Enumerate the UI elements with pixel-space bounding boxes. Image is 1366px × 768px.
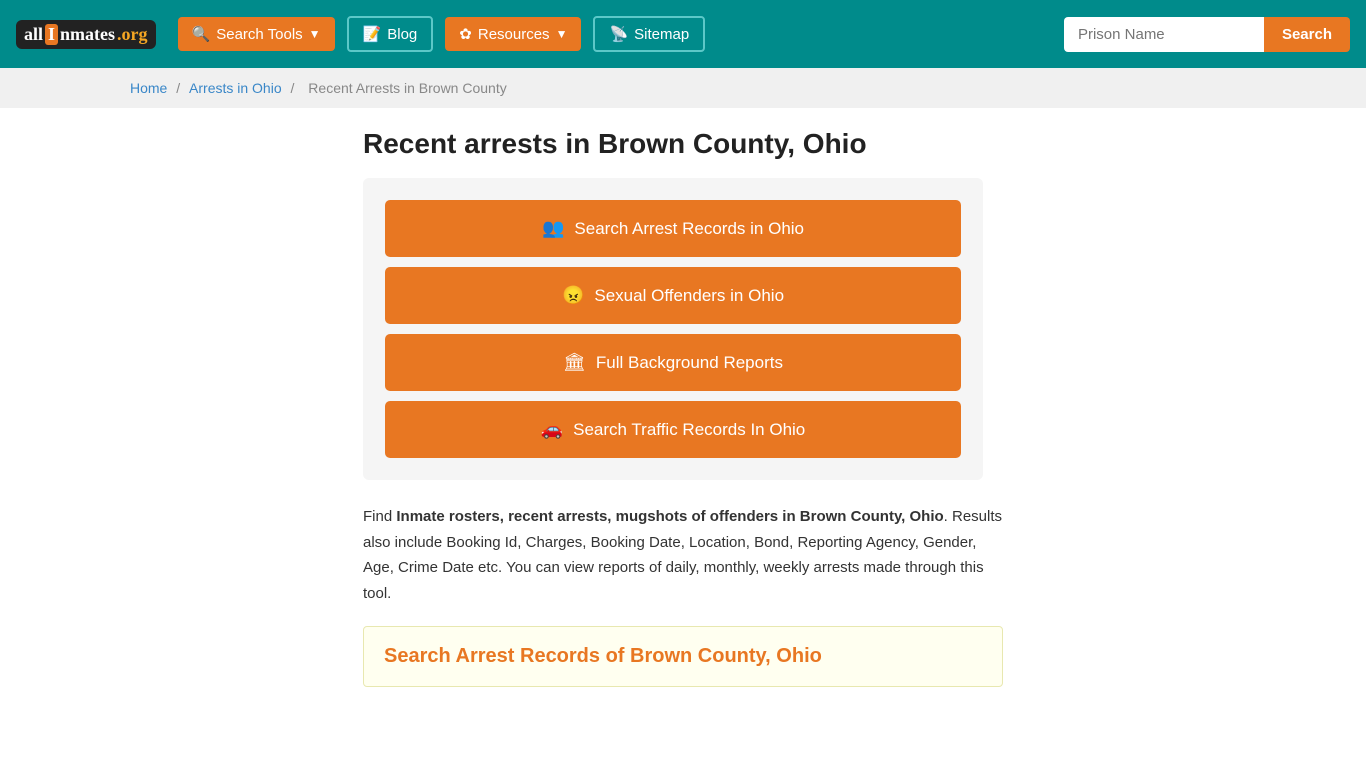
header-search-button[interactable]: Search	[1264, 17, 1350, 52]
resources-icon: ✿	[459, 25, 472, 43]
prison-name-input[interactable]	[1064, 17, 1264, 52]
header-search-area: Search	[1064, 17, 1350, 52]
breadcrumb: Home / Arrests in Ohio / Recent Arrests …	[0, 68, 1366, 108]
blog-icon: 📝	[363, 25, 382, 43]
search-tools-button[interactable]: 🔍 Search Tools ▼	[178, 17, 335, 51]
sitemap-label: Sitemap	[634, 26, 689, 43]
search-arrest-records-button[interactable]: 👥 Search Arrest Records in Ohio	[385, 200, 961, 257]
building-icon: 🏛	[563, 352, 586, 373]
logo-all-text: all	[24, 24, 43, 45]
sitemap-button[interactable]: 📡 Sitemap	[593, 16, 705, 52]
description-text: Find Inmate rosters, recent arrests, mug…	[363, 504, 1003, 606]
desc-prefix: Find	[363, 508, 396, 525]
sexual-offenders-label: Sexual Offenders in Ohio	[594, 286, 784, 306]
blog-button[interactable]: 📝 Blog	[347, 16, 434, 52]
logo-nmates-text: nmates	[60, 24, 115, 45]
site-header: allInmates.org 🔍 Search Tools ▼ 📝 Blog ✿…	[0, 0, 1366, 68]
blog-label: Blog	[387, 26, 417, 43]
page-title: Recent arrests in Brown County, Ohio	[363, 128, 1003, 160]
search-tools-label: Search Tools	[216, 26, 302, 43]
logo-dot-org-text: .org	[117, 24, 148, 45]
breadcrumb-arrests-ohio[interactable]: Arrests in Ohio	[189, 80, 282, 96]
chevron-down-icon: ▼	[309, 27, 321, 41]
action-card: 👥 Search Arrest Records in Ohio 😠 Sexual…	[363, 178, 983, 480]
logo-i-text: I	[45, 24, 58, 45]
people-icon: 👥	[542, 218, 564, 239]
search-section: Search Arrest Records of Brown County, O…	[363, 626, 1003, 687]
resources-label: Resources	[478, 26, 550, 43]
logo[interactable]: allInmates.org	[16, 20, 156, 49]
main-content: Recent arrests in Brown County, Ohio 👥 S…	[233, 108, 1133, 727]
breadcrumb-home[interactable]: Home	[130, 80, 167, 96]
search-section-title: Search Arrest Records of Brown County, O…	[384, 645, 982, 668]
full-background-reports-button[interactable]: 🏛 Full Background Reports	[385, 334, 961, 391]
full-background-reports-label: Full Background Reports	[596, 353, 783, 373]
sitemap-icon: 📡	[609, 25, 628, 43]
search-button-label: Search	[1282, 26, 1332, 43]
search-traffic-records-button[interactable]: 🚗 Search Traffic Records In Ohio	[385, 401, 961, 458]
desc-bold: Inmate rosters, recent arrests, mugshots…	[396, 508, 943, 525]
offender-icon: 😠	[562, 285, 584, 306]
search-arrest-records-label: Search Arrest Records in Ohio	[574, 219, 804, 239]
breadcrumb-sep-2: /	[291, 80, 299, 96]
breadcrumb-sep-1: /	[176, 80, 184, 96]
search-traffic-records-label: Search Traffic Records In Ohio	[573, 420, 805, 440]
car-icon: 🚗	[541, 419, 563, 440]
search-tools-icon: 🔍	[192, 25, 211, 43]
sexual-offenders-button[interactable]: 😠 Sexual Offenders in Ohio	[385, 267, 961, 324]
chevron-down-icon-2: ▼	[556, 27, 568, 41]
resources-button[interactable]: ✿ Resources ▼	[445, 17, 581, 51]
breadcrumb-current: Recent Arrests in Brown County	[308, 80, 506, 96]
